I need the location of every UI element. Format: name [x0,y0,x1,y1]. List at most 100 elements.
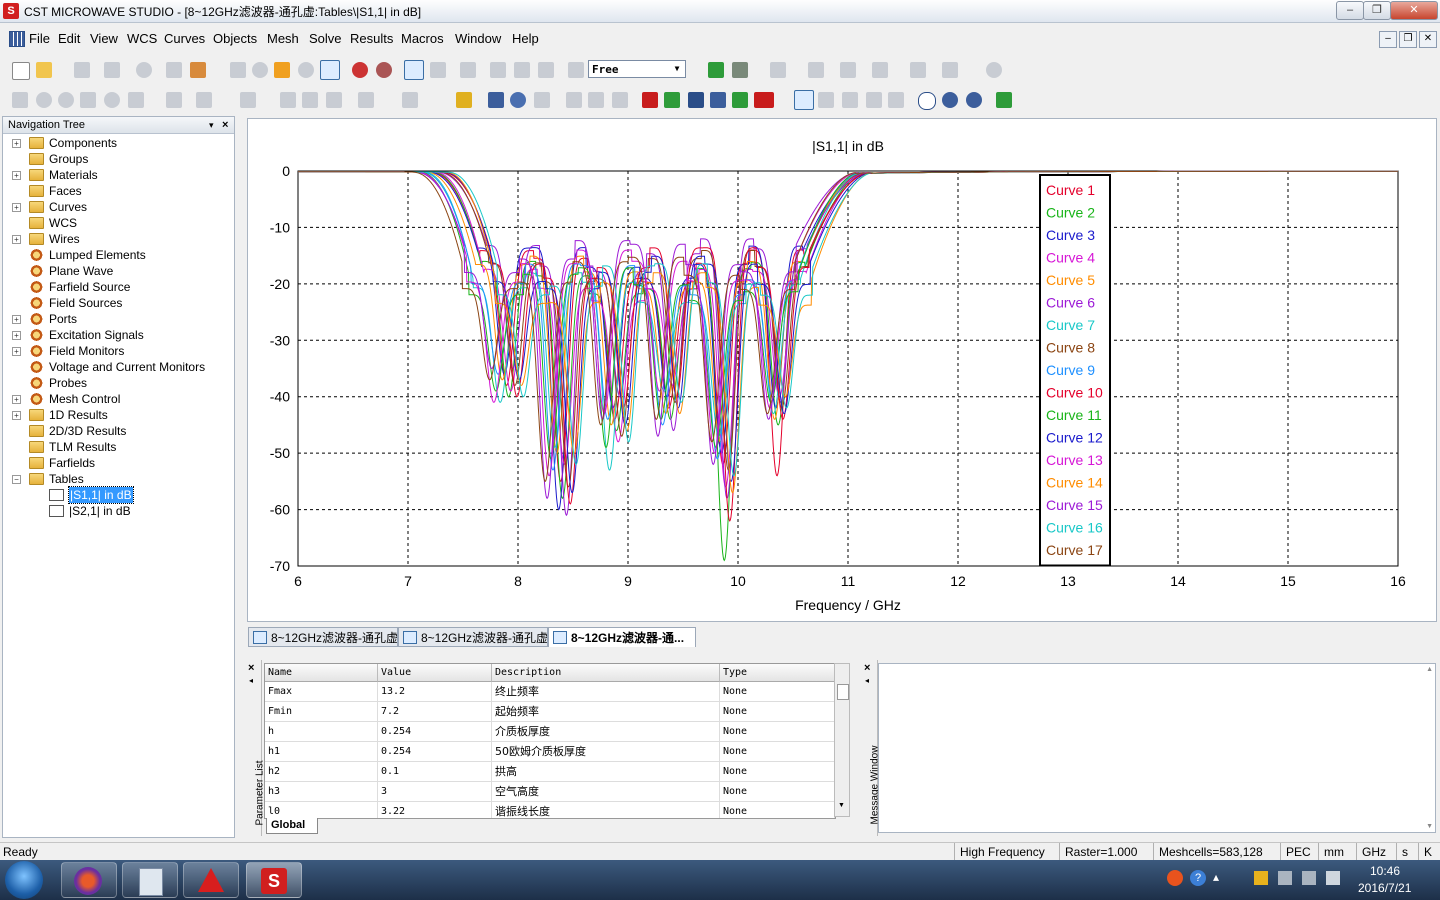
column-header-value[interactable]: Value [378,664,492,682]
param-value-cell[interactable]: 0.254 [378,722,492,742]
tab-document-1[interactable]: 8~12GHz滤波器-通孔虚 [248,627,398,647]
param-description-cell[interactable]: 拱高 [492,762,720,782]
expand-toggle-icon[interactable]: + [12,203,21,212]
param-type-cell[interactable]: None [720,762,835,782]
scroll-down-icon[interactable]: ▼ [1426,823,1433,830]
print-icon[interactable] [104,62,120,78]
asymptotic-solver-icon[interactable] [732,92,748,108]
volume-icon[interactable] [1326,871,1340,885]
menu-edit[interactable]: Edit [58,31,80,46]
param-description-cell[interactable]: 50欧姆介质板厚度 [492,742,720,762]
zoom-rectangle-icon[interactable] [320,60,340,80]
save-icon[interactable] [74,62,90,78]
working-plane-icon[interactable] [460,62,476,78]
mesh-view-icon[interactable] [770,62,786,78]
pin-icon[interactable]: ◂ [865,676,869,685]
expand-toggle-icon[interactable]: + [12,411,21,420]
menu-file[interactable]: File [29,31,50,46]
scale-icon[interactable] [326,92,342,108]
template-icon[interactable] [840,62,856,78]
start-button[interactable] [5,861,43,899]
frequency-solver-icon[interactable] [664,92,680,108]
expand-toggle-icon[interactable]: + [12,395,21,404]
cylinder-icon[interactable] [58,92,74,108]
new-file-icon[interactable] [12,62,30,80]
taskbar-app-calculator[interactable] [122,862,178,898]
s11-chart[interactable]: 6 7 8 9 10 11 12 13 14 15 16 0 -10 -20 -30 -40 -50 -60 -70… [248,119,1436,621]
tree-item-voltage-and-current-monitors[interactable]: Voltage and Current Monitors [3,359,234,375]
discrete-port-icon[interactable] [588,92,604,108]
menu-curves[interactable]: Curves [164,31,205,46]
parameter-scrollbar[interactable]: ▼ [834,663,850,817]
rotate-view-icon[interactable] [230,62,246,78]
param-description-cell[interactable]: 空气高度 [492,782,720,802]
tree-item-wires[interactable]: + Wires [3,231,234,247]
post-process-icon[interactable] [872,62,888,78]
grid-icon[interactable] [430,62,446,78]
mdi-minimize-button[interactable]: – [1379,31,1397,48]
param-type-cell[interactable]: None [720,682,835,702]
tree-item-table-1[interactable]: |S1,1| in dB [3,486,234,504]
spin-icon[interactable] [252,62,268,78]
param-description-cell[interactable]: 终止频率 [492,682,720,702]
clock-time[interactable]: 10:46 [1370,864,1400,878]
tree-item-curves[interactable]: + Curves [3,199,234,215]
boolean-icon[interactable] [196,92,212,108]
expand-toggle-icon[interactable]: + [12,331,21,340]
background-icon[interactable] [510,92,526,108]
menu-mesh[interactable]: Mesh [267,31,299,46]
param-name-cell[interactable]: Fmin [265,702,378,722]
tray-app-icon[interactable] [1254,871,1268,885]
tab-document-2[interactable]: 8~12GHz滤波器-通孔虚 [398,627,548,647]
reset-view-icon[interactable] [352,62,368,78]
menu-macros[interactable]: Macros [401,31,444,46]
mesh-properties-icon[interactable] [732,62,748,78]
param-value-cell[interactable]: 7.2 [378,702,492,722]
pin-dropdown-icon[interactable]: ▾ [209,117,214,133]
probe-icon[interactable] [942,62,958,78]
menu-view[interactable]: View [90,31,118,46]
result-plot-icon[interactable] [794,90,814,110]
param-value-cell[interactable]: 3 [378,782,492,802]
expand-toggle-icon[interactable]: − [12,475,21,484]
help-icon[interactable]: ? [1190,870,1206,886]
menu-solve[interactable]: Solve [309,31,342,46]
material-icon[interactable] [402,92,418,108]
integral-solver-icon[interactable] [710,92,726,108]
torus-icon[interactable] [104,92,120,108]
taskbar-app-autocad[interactable] [183,862,239,898]
mdi-restore-button[interactable]: ❐ [1399,31,1417,48]
axis-marker-icon[interactable] [942,92,958,108]
param-value-cell[interactable]: 0.1 [378,762,492,782]
clock-date[interactable]: 2016/7/21 [1358,881,1411,895]
align-icon[interactable] [280,92,296,108]
tree-item-components[interactable]: + Components [3,135,234,151]
param-name-cell[interactable]: h2 [265,762,378,782]
tree-item-farfields[interactable]: Farfields [3,455,234,471]
param-name-cell[interactable]: h [265,722,378,742]
param-name-cell[interactable]: h3 [265,782,378,802]
param-type-cell[interactable]: None [720,802,835,818]
param-name-cell[interactable]: h1 [265,742,378,762]
minimize-button[interactable]: – [1336,1,1364,20]
action-center-icon[interactable] [1278,871,1292,885]
tree-item-materials[interactable]: + Materials [3,167,234,183]
tree-item-2d-3d-results[interactable]: 2D/3D Results [3,423,234,439]
menu-window[interactable]: Window [455,31,501,46]
tree-item-field-sources[interactable]: Field Sources [3,295,234,311]
parameter-table[interactable]: Name Value Description Type Fmax 13.2 终止频率… [264,663,836,819]
import-icon[interactable] [166,62,182,78]
param-description-cell[interactable]: 介质板厚度 [492,722,720,742]
expand-toggle-icon[interactable]: + [12,139,21,148]
mesh-icon[interactable] [568,62,584,78]
expand-toggle-icon[interactable]: + [12,347,21,356]
brick-icon[interactable] [12,92,28,108]
scrollbar-thumb[interactable] [837,684,849,700]
tab-document-3[interactable]: 8~12GHz滤波器-通... [548,627,696,647]
frequency-icon[interactable] [488,92,504,108]
tree-item-plane-wave[interactable]: Plane Wave [3,263,234,279]
expand-toggle-icon[interactable]: + [12,315,21,324]
smith-admittance-icon[interactable] [866,92,882,108]
menu-objects[interactable]: Objects [213,31,257,46]
export-icon[interactable] [190,62,206,78]
